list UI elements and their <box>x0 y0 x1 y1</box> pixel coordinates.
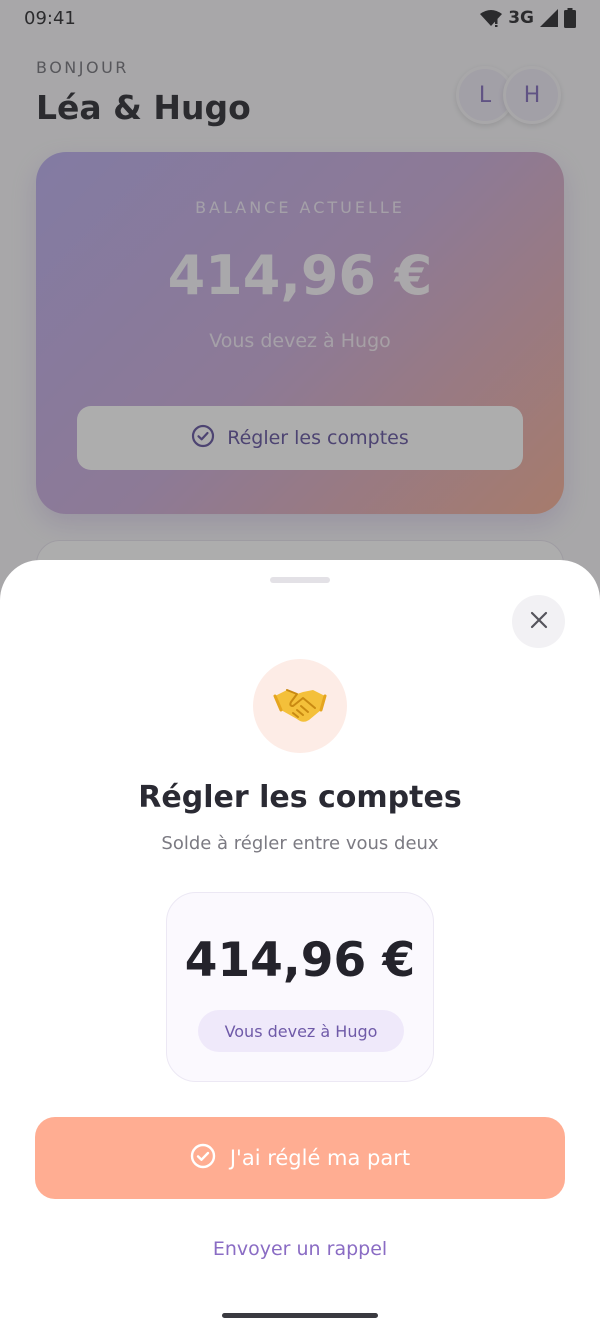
close-icon <box>530 611 548 632</box>
settle-amount: 414,96 € <box>184 933 416 988</box>
send-reminder-link[interactable]: Envoyer un rappel <box>0 1238 600 1260</box>
drag-handle[interactable] <box>270 577 330 583</box>
handshake-icon <box>273 684 327 728</box>
check-circle-icon <box>190 1143 216 1174</box>
handshake-emoji-badge <box>253 659 347 753</box>
amount-summary-box: 414,96 € Vous devez à Hugo <box>166 892 434 1082</box>
sheet-title: Régler les comptes <box>138 780 462 815</box>
paid-my-share-label: J'ai réglé ma part <box>229 1146 411 1170</box>
paid-my-share-button[interactable]: J'ai réglé ma part <box>35 1117 565 1199</box>
owe-status-badge: Vous devez à Hugo <box>198 1010 404 1052</box>
home-indicator[interactable] <box>222 1313 378 1318</box>
settle-bottom-sheet: Régler les comptes Solde à régler entre … <box>0 560 600 1333</box>
close-button[interactable] <box>512 595 565 648</box>
sheet-subtitle: Solde à régler entre vous deux <box>161 833 439 854</box>
